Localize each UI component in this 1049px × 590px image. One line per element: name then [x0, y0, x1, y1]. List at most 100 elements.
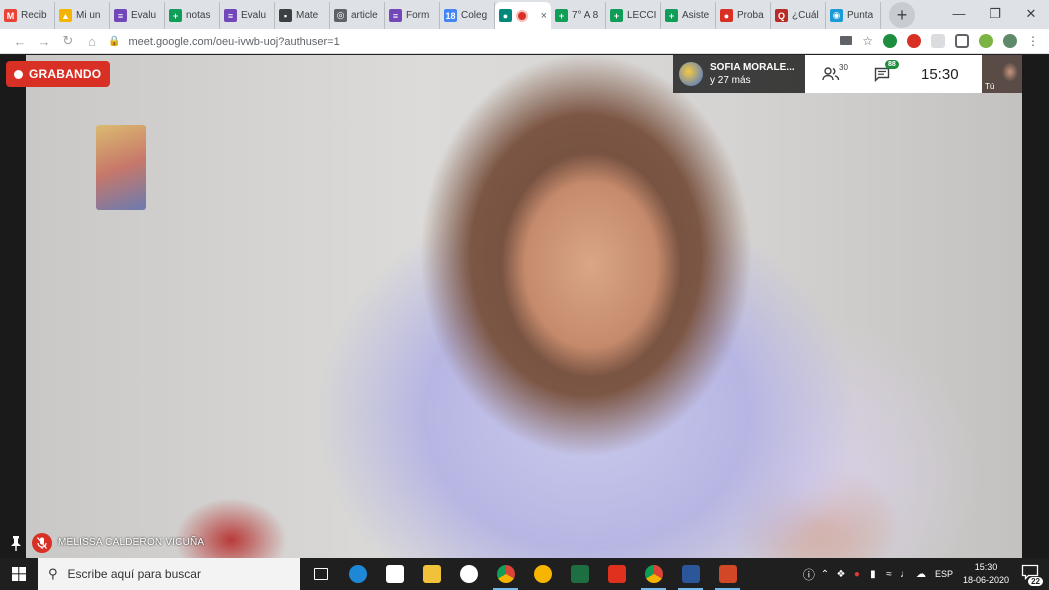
chat-button[interactable]: 88: [874, 59, 899, 82]
participants-button[interactable]: 30: [822, 63, 848, 81]
profile-avatar[interactable]: [1003, 34, 1017, 48]
tab-title: article: [351, 10, 378, 21]
help-icon[interactable]: ⓘ: [801, 566, 817, 583]
browser-tab[interactable]: ≡ Evalu: [220, 2, 275, 29]
chrome-menu-icon[interactable]: ⋮: [1027, 34, 1039, 48]
tab-title: Asiste: [682, 10, 710, 21]
browser-tab[interactable]: ▪ Mate: [275, 2, 330, 29]
tab-title: 7° A 8: [572, 10, 599, 21]
browser-tab[interactable]: ◉ Punta: [826, 2, 881, 29]
gmail-icon: M: [4, 9, 17, 22]
presenter-avatar: [679, 62, 703, 86]
browser-tab[interactable]: M Recib: [0, 2, 55, 29]
new-tab-button[interactable]: +: [889, 2, 915, 28]
extension-play-icon[interactable]: [979, 34, 993, 48]
extension-gray-icon[interactable]: [931, 34, 945, 48]
taskbar-search[interactable]: ⚲ Escribe aquí para buscar: [38, 558, 300, 590]
forms-icon: ≡: [224, 9, 237, 22]
extension-red-icon[interactable]: [907, 34, 921, 48]
drive-icon: ▲: [59, 9, 72, 22]
tab-title: Proba: [737, 10, 764, 21]
extension-cast-icon[interactable]: [955, 34, 969, 48]
browser-tab[interactable]: + notas: [165, 2, 220, 29]
maximize-button[interactable]: ❐: [977, 0, 1013, 27]
camera-icon[interactable]: [840, 36, 853, 45]
participant-video[interactable]: [26, 55, 1022, 558]
browser-tab[interactable]: ≡ Evalu: [110, 2, 165, 29]
sheets-icon: +: [665, 9, 678, 22]
taskbar-app-store[interactable]: [376, 558, 413, 590]
taskbar-apps: [302, 558, 746, 590]
chrome-icon: [644, 565, 663, 583]
meet-icon: ●: [499, 9, 512, 22]
site-icon: ◉: [830, 9, 843, 22]
tab-title: Mate: [296, 10, 319, 21]
presenter-chip[interactable]: SOFIA MORALE... y 27 más: [673, 55, 805, 93]
powerpoint-icon: [718, 565, 737, 583]
taskbar-app-weather[interactable]: [524, 558, 561, 590]
meeting-clock: 15:30: [921, 65, 959, 83]
taskbar-app-edge[interactable]: [339, 558, 376, 590]
file-explorer-icon: [422, 565, 441, 583]
recording-label: GRABANDO: [29, 67, 102, 81]
taskbar-app-file-explorer[interactable]: [413, 558, 450, 590]
calendar-icon: 18: [444, 9, 457, 22]
browser-tab[interactable]: ● ×: [495, 2, 551, 29]
home-button[interactable]: ⌂: [80, 34, 104, 49]
browser-tab[interactable]: ● Proba: [716, 2, 771, 29]
address-bar[interactable]: 🔒 meet.google.com/oeu-ivwb-uoj?authuser=…: [108, 32, 860, 51]
close-window-button[interactable]: ✕: [1013, 0, 1049, 27]
back-button[interactable]: ←: [8, 34, 32, 49]
extension-check-icon[interactable]: [883, 34, 897, 48]
browser-tab[interactable]: + LECCI: [606, 2, 661, 29]
tab-recording-icon: [518, 11, 526, 20]
browser-tab-strip: M Recib ▲ Mi un ≡ Evalu + notas ≡ Evalu ▪ Mate ◎ arti…: [0, 0, 1049, 29]
taskbar-app-powerpoint[interactable]: [709, 558, 746, 590]
action-center-button[interactable]: 22: [1021, 564, 1043, 586]
system-tray: ⓘ ⌃ ❖ ● ▮ ≈ ♩ ☁ ESP 15:30 18-06-2020 22: [801, 558, 1049, 590]
browser-toolbar: ← → ↻ ⌂ 🔒 meet.google.com/oeu-ivwb-uoj?a…: [0, 29, 1049, 54]
chat-icon: [874, 67, 890, 82]
taskbar-app-excel[interactable]: [561, 558, 598, 590]
start-button[interactable]: [0, 558, 38, 590]
browser-tab[interactable]: +7° A 8: [551, 2, 606, 29]
reload-button[interactable]: ↻: [56, 33, 80, 49]
url-text: meet.google.com/oeu-ivwb-uoj?authuser=1: [128, 35, 340, 48]
tab-title: Evalu: [131, 10, 157, 21]
taskbar-app-acrobat[interactable]: [598, 558, 635, 590]
taskbar-app-chrome[interactable]: [635, 558, 672, 590]
bookmark-star-icon[interactable]: ☆: [862, 34, 873, 48]
antivirus-icon[interactable]: ●: [849, 569, 865, 580]
tab-title: ¿Cuál: [792, 10, 819, 21]
clock-area[interactable]: 15:30 18-06-2020: [963, 561, 1009, 587]
onedrive-icon[interactable]: ☁: [913, 569, 929, 580]
language-indicator[interactable]: ESP: [935, 569, 953, 579]
self-view-tile[interactable]: Tú: [982, 55, 1022, 93]
taskbar-app-task-view[interactable]: [302, 558, 339, 590]
tab-close-icon[interactable]: ×: [541, 10, 547, 22]
wifi-icon[interactable]: ≈: [881, 569, 897, 580]
task-view-icon: [313, 568, 328, 580]
volume-icon[interactable]: ♩: [897, 569, 913, 580]
minimize-button[interactable]: —: [941, 0, 977, 27]
browser-tab[interactable]: Q ¿Cuál: [771, 2, 826, 29]
browser-tab[interactable]: 18 Coleg: [440, 2, 495, 29]
browser-tab[interactable]: + Asiste: [661, 2, 716, 29]
sheets-icon: +: [169, 9, 182, 22]
tab-title: notas: [186, 10, 211, 21]
dropbox-icon[interactable]: ❖: [833, 569, 849, 580]
browser-tab[interactable]: ▲ Mi un: [55, 2, 110, 29]
speaker-name: MELISSA CALDERON VICUÑA: [58, 537, 205, 548]
battery-icon[interactable]: ▮: [865, 569, 881, 580]
taskbar-app-chrome[interactable]: [487, 558, 524, 590]
pin-icon[interactable]: [9, 535, 23, 551]
browser-tab[interactable]: ≡ Form: [385, 2, 440, 29]
tray-overflow-icon[interactable]: ⌃: [817, 569, 833, 580]
weather-icon: [533, 565, 552, 583]
chrome-icon: [496, 565, 515, 583]
forward-button[interactable]: →: [32, 34, 56, 49]
recording-dot-icon: [14, 69, 23, 79]
taskbar-app-google[interactable]: [450, 558, 487, 590]
browser-tab[interactable]: ◎ article: [330, 2, 385, 29]
taskbar-app-word[interactable]: [672, 558, 709, 590]
